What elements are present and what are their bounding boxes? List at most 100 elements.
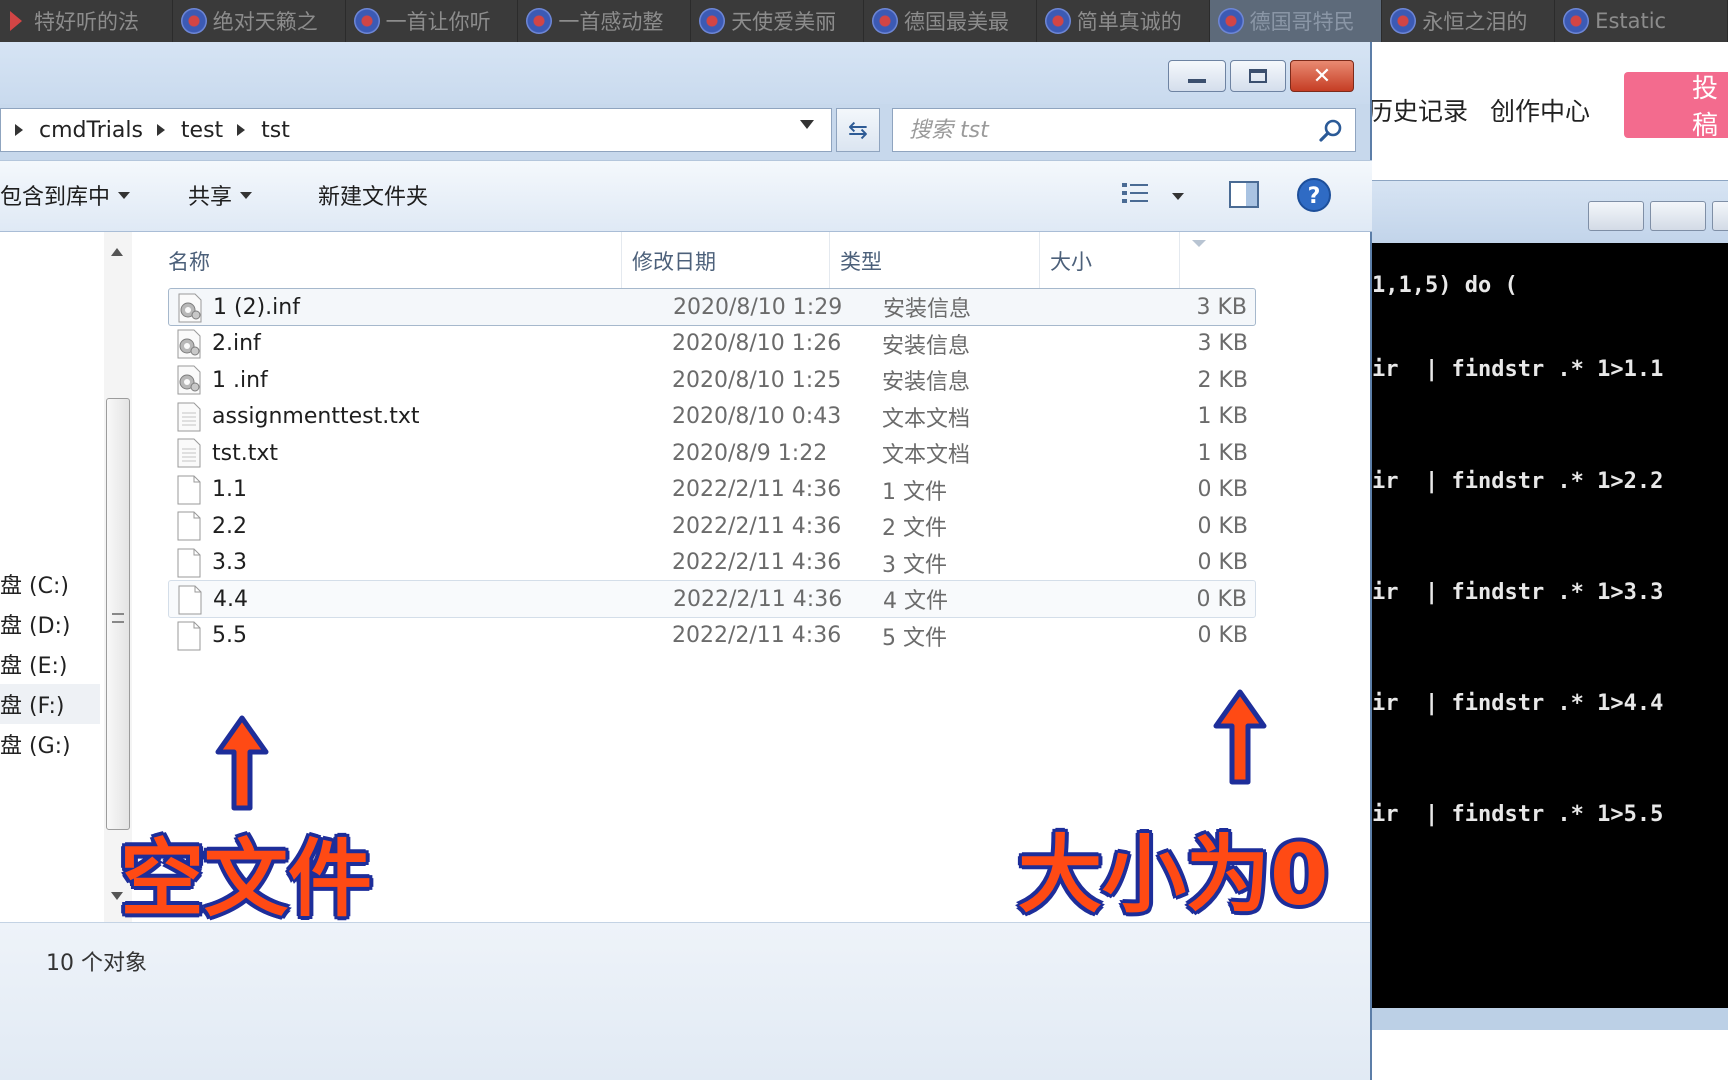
inf-gear-icon (176, 365, 202, 395)
blank-file-icon (176, 511, 202, 541)
preview-pane-icon[interactable] (1228, 179, 1262, 211)
browser-tab[interactable]: 德国最美最 (864, 0, 1037, 42)
video-site-icon (180, 8, 207, 34)
file-modified-date: 2020/8/10 1:25 (672, 367, 842, 393)
nav-drive-item[interactable]: 盘 (F:) (0, 684, 100, 724)
navigation-pane: 盘 (C:) 盘 (D:) 盘 (E:) 盘 (F:) 盘 (G:) (0, 232, 104, 922)
browser-tab-label: 特好听的法 (34, 10, 139, 34)
blank-file-icon (176, 475, 202, 505)
table-row[interactable]: assignmenttest.txt 2020/8/10 0:43 文本文档 1 KB (168, 398, 1256, 436)
video-site-icon (8, 8, 28, 34)
maximize-icon (1249, 69, 1267, 83)
table-row[interactable]: tst.txt 2020/8/9 1:22 文本文档 1 KB (168, 434, 1256, 472)
browser-tab[interactable]: 天使爱美丽 (691, 0, 864, 42)
file-name: 1 .inf (212, 367, 268, 393)
file-type: 4 文件 (883, 589, 948, 614)
nav-drive-label: 盘 (E:) (0, 654, 68, 679)
creator-center-link[interactable]: 创作中心 (1490, 92, 1590, 128)
video-site-icon (526, 8, 553, 34)
close-icon: ✕ (1312, 63, 1332, 89)
column-header-type[interactable]: 类型 (830, 232, 1040, 290)
file-name: 2.inf (212, 331, 261, 356)
post-button[interactable]: 投稿 (1624, 72, 1728, 138)
address-history-dropdown-icon[interactable] (800, 120, 814, 129)
file-modified-date: 2022/2/11 4:36 (672, 623, 842, 648)
nav-drive-item[interactable]: 盘 (C:) (0, 564, 100, 604)
maximize-button[interactable] (1230, 60, 1286, 92)
file-modified-date: 2022/2/11 4:36 (672, 477, 842, 502)
browser-tab[interactable]: 绝对天籁之 (173, 0, 346, 42)
address-bar[interactable]: cmdTrials test tst (0, 108, 832, 152)
file-size: 1 KB (1197, 404, 1248, 429)
browser-tab[interactable]: 简单真诚的 (1037, 0, 1210, 42)
column-header-name[interactable]: 名称 (158, 232, 622, 290)
table-row[interactable]: 1.1 2022/2/11 4:36 1 文件 0 KB (168, 471, 1256, 509)
column-header-size[interactable]: 大小 (1040, 232, 1180, 290)
include-in-library-button[interactable]: 包含到库中 (0, 179, 131, 211)
column-header-name-label: 名称 (168, 250, 210, 274)
include-in-library-label: 包含到库中 (0, 185, 111, 210)
blank-file-icon (176, 621, 202, 651)
table-row[interactable]: 1 (2).inf 2020/8/10 1:29 安装信息 3 KB (168, 288, 1256, 326)
close-button[interactable]: ✕ (1290, 60, 1354, 92)
minimize-button[interactable] (1168, 60, 1226, 92)
console-line: ir | findstr .* 1>4.4 (1372, 691, 1677, 716)
file-modified-date: 2020/8/9 1:22 (672, 440, 828, 466)
nav-drive-item[interactable]: 盘 (D:) (0, 604, 100, 644)
column-header-date[interactable]: 修改日期 (622, 232, 830, 290)
share-button[interactable]: 共享 (188, 179, 253, 211)
column-header-size-label: 大小 (1050, 250, 1092, 274)
browser-tab-label: 简单真诚的 (1076, 10, 1182, 34)
breadcrumb-item[interactable]: test (181, 118, 223, 143)
help-icon[interactable]: ? (1296, 177, 1332, 213)
file-name: assignmenttest.txt (212, 404, 420, 429)
table-row[interactable]: 2.2 2022/2/11 4:36 2 文件 0 KB (168, 507, 1256, 545)
table-row[interactable]: 3.3 2022/2/11 4:36 3 文件 0 KB (168, 544, 1256, 582)
breadcrumb-separator-icon[interactable] (156, 124, 165, 136)
browser-tab-label: Estatic (1595, 9, 1667, 33)
browser-tab[interactable]: 永恒之泪的 (1382, 0, 1556, 42)
address-row: cmdTrials test tst ⇆ (0, 104, 1372, 160)
table-row[interactable]: 5.5 2022/2/11 4:36 5 文件 0 KB (168, 617, 1256, 655)
table-row[interactable]: 2.inf 2020/8/10 1:26 安装信息 3 KB (168, 325, 1256, 363)
blank-file-icon (177, 585, 203, 615)
browser-tab[interactable]: Estatic (1555, 0, 1728, 42)
status-bar: 10 个对象 (0, 922, 1370, 1080)
refresh-button[interactable]: ⇆ (836, 108, 880, 152)
file-name: 3.3 (212, 550, 247, 575)
view-options-icon[interactable] (1120, 179, 1154, 209)
video-site-icon (871, 8, 898, 34)
post-button-label: 投稿 (1692, 74, 1719, 138)
search-input[interactable] (909, 117, 1309, 143)
browser-tab[interactable]: 特好听的法 (0, 0, 173, 42)
browser-tab[interactable]: 德国哥特民 (1209, 0, 1383, 42)
scrollbar-thumb[interactable] (106, 398, 130, 830)
scroll-up-icon[interactable] (111, 248, 123, 256)
svg-text:?: ? (1308, 184, 1321, 209)
nav-drive-label: 盘 (D:) (0, 614, 71, 639)
console-maximize-button[interactable] (1650, 201, 1706, 231)
nav-drive-item[interactable]: 盘 (E:) (0, 644, 100, 684)
console-close-button[interactable] (1712, 201, 1728, 231)
arrow-up-left-icon (215, 715, 269, 811)
file-name: 1.1 (212, 477, 247, 502)
column-header-type-label: 类型 (840, 250, 882, 274)
view-options-chevron-icon[interactable] (1172, 193, 1184, 200)
file-modified-date: 2022/2/11 4:36 (673, 586, 843, 612)
browser-tab[interactable]: 一首感动整 (518, 0, 692, 42)
history-link[interactable]: 历史记录 (1368, 92, 1468, 128)
breadcrumb-item[interactable]: tst (261, 118, 290, 143)
nav-drive-item[interactable]: 盘 (G:) (0, 724, 100, 764)
breadcrumb-separator-icon[interactable] (237, 124, 246, 136)
browser-tab[interactable]: 一首让你听 (346, 0, 519, 42)
browser-tab-label: 永恒之泪的 (1422, 10, 1528, 34)
breadcrumb-separator-icon[interactable] (15, 124, 23, 136)
new-folder-button[interactable]: 新建文件夹 (318, 179, 428, 211)
table-row[interactable]: 1 .inf 2020/8/10 1:25 安装信息 2 KB (168, 361, 1256, 399)
breadcrumb-item[interactable]: cmdTrials (39, 118, 143, 143)
table-row[interactable]: 4.4 2022/2/11 4:36 4 文件 0 KB (168, 580, 1256, 618)
search-icon[interactable] (1319, 118, 1343, 142)
minimize-icon (1188, 79, 1206, 83)
command-toolbar: 包含到库中 共享 新建文件夹 ? (0, 160, 1372, 232)
console-minimize-button[interactable] (1588, 201, 1644, 231)
